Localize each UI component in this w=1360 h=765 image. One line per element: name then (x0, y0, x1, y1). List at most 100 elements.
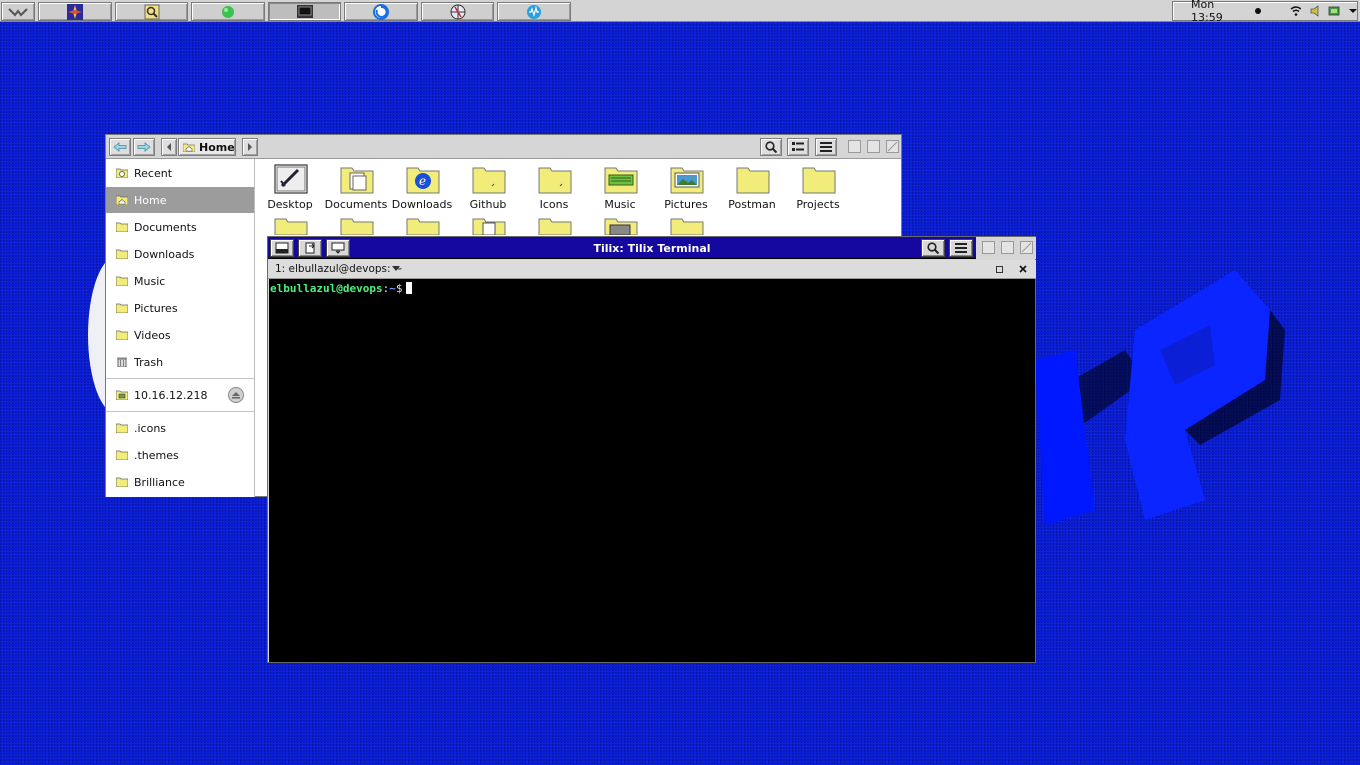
close-button[interactable] (886, 140, 899, 153)
power-settings-icon[interactable] (1328, 5, 1340, 17)
terminal-search-button[interactable] (921, 239, 945, 257)
maximize-terminal-icon[interactable] (996, 266, 1003, 273)
folder-icon (538, 218, 572, 235)
split-down-button[interactable] (326, 239, 350, 257)
split-right-icon (305, 242, 315, 254)
search-button[interactable] (760, 138, 782, 156)
sidebar-item-recent[interactable]: Recent (106, 160, 254, 186)
back-button[interactable] (109, 138, 131, 156)
taskbar-item-6[interactable] (421, 2, 494, 21)
file-item-music[interactable]: Music (587, 160, 653, 216)
eject-icon (232, 392, 240, 399)
sidebar-item-themes[interactable]: .themes (106, 442, 254, 468)
folder-icon (116, 303, 128, 313)
file-item-pictures[interactable]: Pictures (653, 160, 719, 216)
sidebar-item-documents[interactable]: Documents (106, 214, 254, 240)
chevron-down-icon[interactable] (1348, 7, 1357, 15)
terminal-close-button[interactable] (1020, 241, 1033, 254)
trash-icon (117, 357, 127, 367)
green-ball-icon (222, 5, 234, 18)
file-item-icons[interactable]: Icons (521, 160, 587, 216)
music-folder-icon (604, 167, 638, 194)
chevron-right-icon (248, 143, 252, 151)
menu-button[interactable] (1, 2, 35, 21)
path-scroll-left[interactable] (161, 138, 177, 156)
view-options-button[interactable] (787, 138, 809, 156)
path-scroll-right[interactable] (242, 138, 258, 156)
text-cursor (406, 282, 413, 294)
file-item-desktop[interactable]: Desktop (257, 160, 323, 216)
sidebar-item-videos[interactable]: Videos (106, 322, 254, 348)
sidebar-item-trash[interactable]: Trash (106, 349, 254, 375)
taskbar-item-4[interactable] (268, 2, 341, 21)
file-item-postman[interactable]: Postman (719, 160, 785, 216)
sidebar-separator (106, 378, 254, 379)
system-tray: Mon 13:59 (1172, 0, 1358, 24)
close-terminal-icon[interactable] (1019, 265, 1027, 273)
file-item-github[interactable]: Github (455, 160, 521, 216)
taskbar-item-5[interactable] (344, 2, 418, 21)
folder-icon (736, 167, 770, 194)
hamburger-icon (820, 142, 832, 152)
volume-icon[interactable] (1309, 5, 1320, 17)
menu-button-fm[interactable] (815, 138, 837, 156)
arrow-right-icon (137, 142, 151, 152)
file-item-downloads[interactable]: e Downloads (389, 160, 455, 216)
folder-icon (116, 276, 128, 286)
minimize-button[interactable] (848, 140, 861, 153)
sidebar-item-pictures[interactable]: Pictures (106, 295, 254, 321)
close-icon (1021, 242, 1032, 253)
sidebar-item-home[interactable]: Home (106, 187, 254, 213)
taskbar-item-2[interactable] (115, 2, 188, 21)
folder-icon (274, 218, 308, 235)
split-down-icon (331, 242, 345, 254)
top-panel: Mon 13:59 (0, 0, 1360, 24)
terminal-minimize-button[interactable] (982, 241, 995, 254)
list-view-icon (792, 142, 804, 151)
folder-icon (472, 218, 506, 235)
chevron-down-icon[interactable] (392, 266, 400, 272)
terminal-menu-button[interactable] (949, 239, 973, 257)
sidebar-item-downloads[interactable]: Downloads (106, 241, 254, 267)
videos-folder-icon (604, 218, 638, 235)
taskbar-item-7[interactable] (497, 2, 571, 21)
audio-icon (527, 4, 541, 19)
sidebar-item-network[interactable]: 10.16.12.218 (106, 382, 254, 408)
folder-icon (116, 423, 128, 433)
folder-icon (670, 218, 704, 235)
folder-icon (472, 167, 506, 194)
terminal-screen[interactable]: elbullazul@devops:~$ (269, 279, 1035, 662)
folder-icon (116, 222, 128, 232)
breadcrumb-label: Home (199, 140, 235, 154)
add-terminal-button[interactable] (270, 239, 294, 257)
file-item-projects[interactable]: Projects (785, 160, 851, 216)
sidebar-item-music[interactable]: Music (106, 268, 254, 294)
clock[interactable]: Mon 13:59 (1191, 0, 1245, 24)
prompt-path: ~ (389, 282, 396, 295)
chevron-left-icon (167, 143, 171, 151)
folder-icon (116, 450, 128, 460)
breadcrumb-home[interactable]: Home (178, 138, 236, 156)
search-app-icon (144, 4, 159, 19)
eject-button[interactable] (228, 387, 244, 403)
taskbar-item-3[interactable] (191, 2, 265, 21)
terminal-maximize-button[interactable] (1001, 241, 1014, 254)
sidebar-item-brilliance[interactable]: Brilliance (106, 469, 254, 495)
maximize-button[interactable] (867, 140, 880, 153)
terminal-window: Tilix: Tilix Terminal 1: elbullazul@devo… (267, 236, 1036, 663)
taskbar-item-1[interactable] (38, 2, 112, 21)
wallpaper-logo (1035, 270, 1285, 525)
file-manager-toolbar: Home (106, 135, 901, 159)
folder-icon (116, 330, 128, 340)
notification-dot (1255, 8, 1262, 14)
compass-icon (67, 3, 83, 20)
svg-text:e: e (419, 174, 426, 188)
sidebar-item-icons[interactable]: .icons (106, 415, 254, 441)
session-title[interactable]: 1: elbullazul@devops: ~ (275, 263, 403, 275)
folder-icon (802, 167, 836, 194)
wifi-icon[interactable] (1290, 6, 1302, 16)
split-right-button[interactable] (298, 239, 322, 257)
file-item-documents[interactable]: Documents (323, 160, 389, 216)
split-terminal-icon (275, 242, 289, 254)
forward-button[interactable] (133, 138, 155, 156)
